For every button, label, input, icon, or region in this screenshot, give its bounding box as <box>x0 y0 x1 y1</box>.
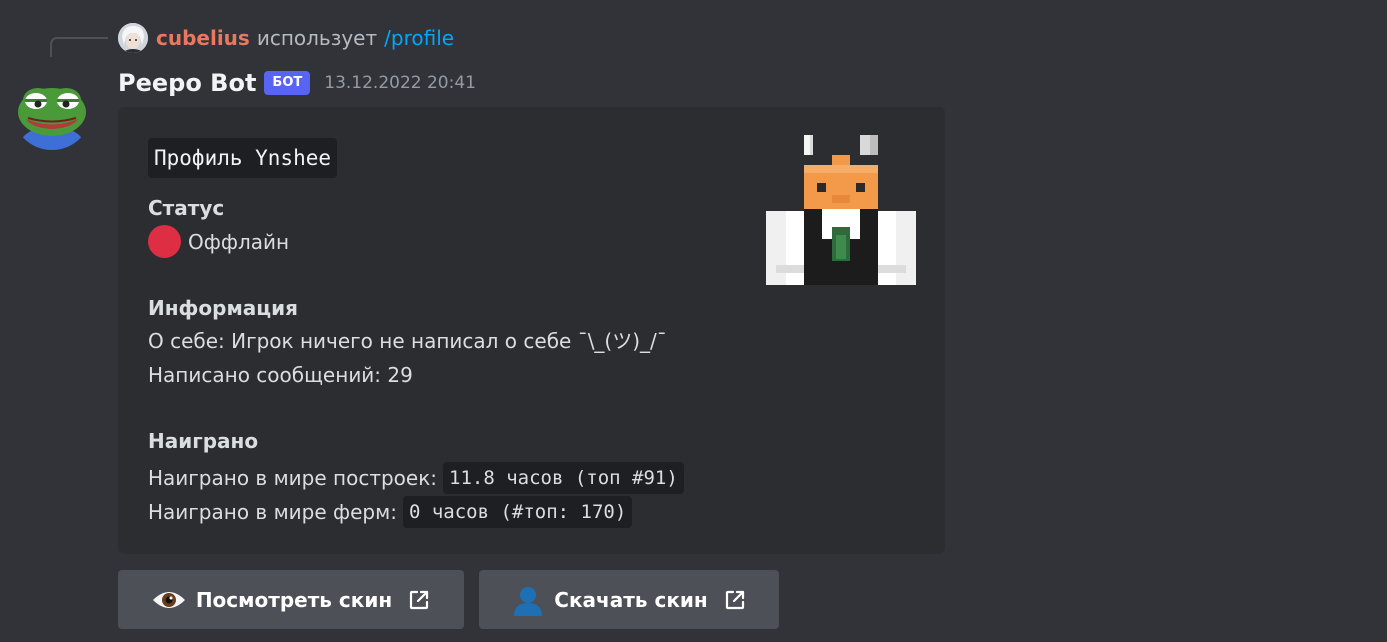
info-messages: Написано сообщений: 29 <box>148 363 413 387</box>
message-header: Peepo Bot БОТ 13.12.2022 20:41 <box>118 66 476 100</box>
profile-embed: Профиль Ynshee Статус Оффлайн Информация… <box>118 107 945 554</box>
info-about: О себе: Игрок ничего не написал о себе ¯… <box>148 329 667 353</box>
played-build-value: 11.8 часов (топ #91) <box>443 462 684 494</box>
bot-name[interactable]: Peepo Bot <box>118 69 256 97</box>
status-value: Оффлайн <box>188 229 290 254</box>
red-circle-icon <box>148 225 181 258</box>
played-farm-label: Наиграно в мире ферм: <box>148 500 397 524</box>
view-skin-label: Посмотреть скин <box>195 587 393 612</box>
played-build-label: Наиграно в мире построек: <box>148 466 438 490</box>
status-heading: Статус <box>148 196 225 220</box>
reply-context[interactable]: cubelius использует /profile <box>118 22 454 54</box>
minecraft-skin-head-icon <box>766 135 916 285</box>
external-link-icon <box>408 589 430 611</box>
played-build-line: Наиграно в мире построек: 11.8 часов (то… <box>148 462 684 494</box>
reply-uses-text: использует <box>256 26 378 50</box>
reply-connector <box>50 37 108 57</box>
played-farm-value: 0 часов (#топ: 170) <box>402 496 633 528</box>
bot-avatar[interactable] <box>12 70 92 150</box>
played-heading: Наиграно <box>148 429 259 453</box>
skin-thumbnail[interactable] <box>766 135 916 285</box>
embed-title: Профиль Ynshee <box>148 138 338 178</box>
view-skin-button[interactable]: Посмотреть скин <box>118 570 464 629</box>
bust-silhouette-icon <box>512 584 544 616</box>
download-skin-button[interactable]: Скачать скин <box>479 570 779 629</box>
eye-icon <box>152 588 186 612</box>
reply-command[interactable]: /profile <box>384 26 454 50</box>
played-farm-line: Наиграно в мире ферм: 0 часов (#топ: 170… <box>148 496 633 528</box>
reply-username[interactable]: cubelius <box>156 26 250 50</box>
bot-badge: БОТ <box>264 71 311 95</box>
download-skin-label: Скачать скин <box>554 587 708 612</box>
status-line: Оффлайн <box>148 225 289 258</box>
info-heading: Информация <box>148 296 298 320</box>
reply-user-avatar[interactable] <box>118 23 148 53</box>
anime-avatar-icon <box>118 23 148 53</box>
message-timestamp: 13.12.2022 20:41 <box>324 73 476 93</box>
pepe-frog-icon <box>12 70 92 150</box>
external-link-icon <box>724 589 746 611</box>
